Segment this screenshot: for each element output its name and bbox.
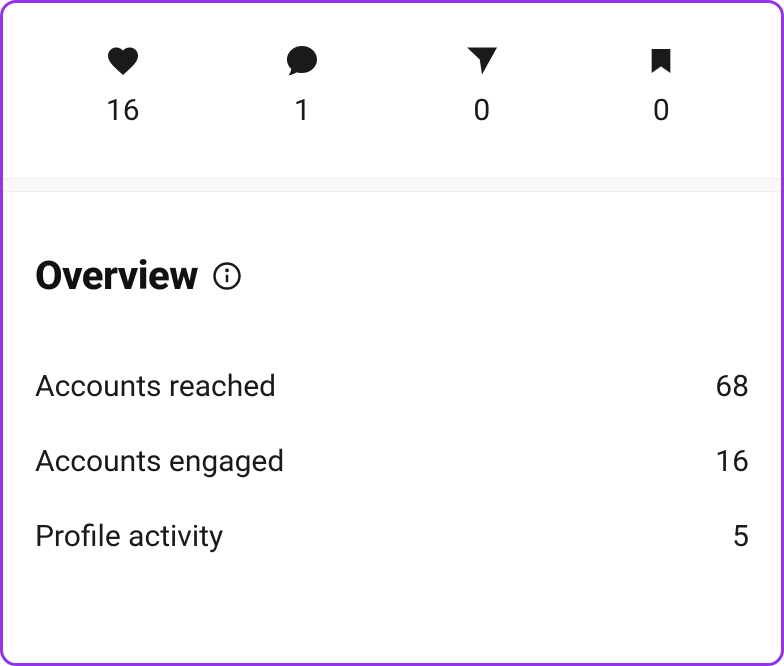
overview-section: Overview Accounts reached 68 Accounts en… [3,192,781,606]
metric-label: Accounts engaged [35,444,284,479]
info-icon[interactable] [212,261,242,291]
metric-label: Accounts reached [35,369,276,404]
accounts-reached-row[interactable]: Accounts reached 68 [35,349,749,424]
engagement-stats-row: 16 1 0 0 [3,3,781,178]
profile-activity-row[interactable]: Profile activity 5 [35,499,749,574]
comment-icon [284,43,320,79]
saves-stat[interactable]: 0 [643,43,679,128]
likes-stat[interactable]: 16 [105,43,141,128]
comments-count: 1 [294,93,311,128]
likes-count: 16 [106,93,140,128]
saves-count: 0 [653,93,670,128]
bookmark-icon [643,43,679,79]
shares-stat[interactable]: 0 [464,43,500,128]
metric-value: 5 [732,519,749,554]
metric-value: 68 [715,369,749,404]
heart-icon [105,43,141,79]
metric-label: Profile activity [35,519,223,554]
send-icon [464,43,500,79]
overview-header: Overview [35,252,749,299]
section-divider [3,178,781,192]
overview-title: Overview [35,252,198,299]
comments-stat[interactable]: 1 [284,43,320,128]
accounts-engaged-row[interactable]: Accounts engaged 16 [35,424,749,499]
shares-count: 0 [473,93,490,128]
metric-value: 16 [715,444,749,479]
